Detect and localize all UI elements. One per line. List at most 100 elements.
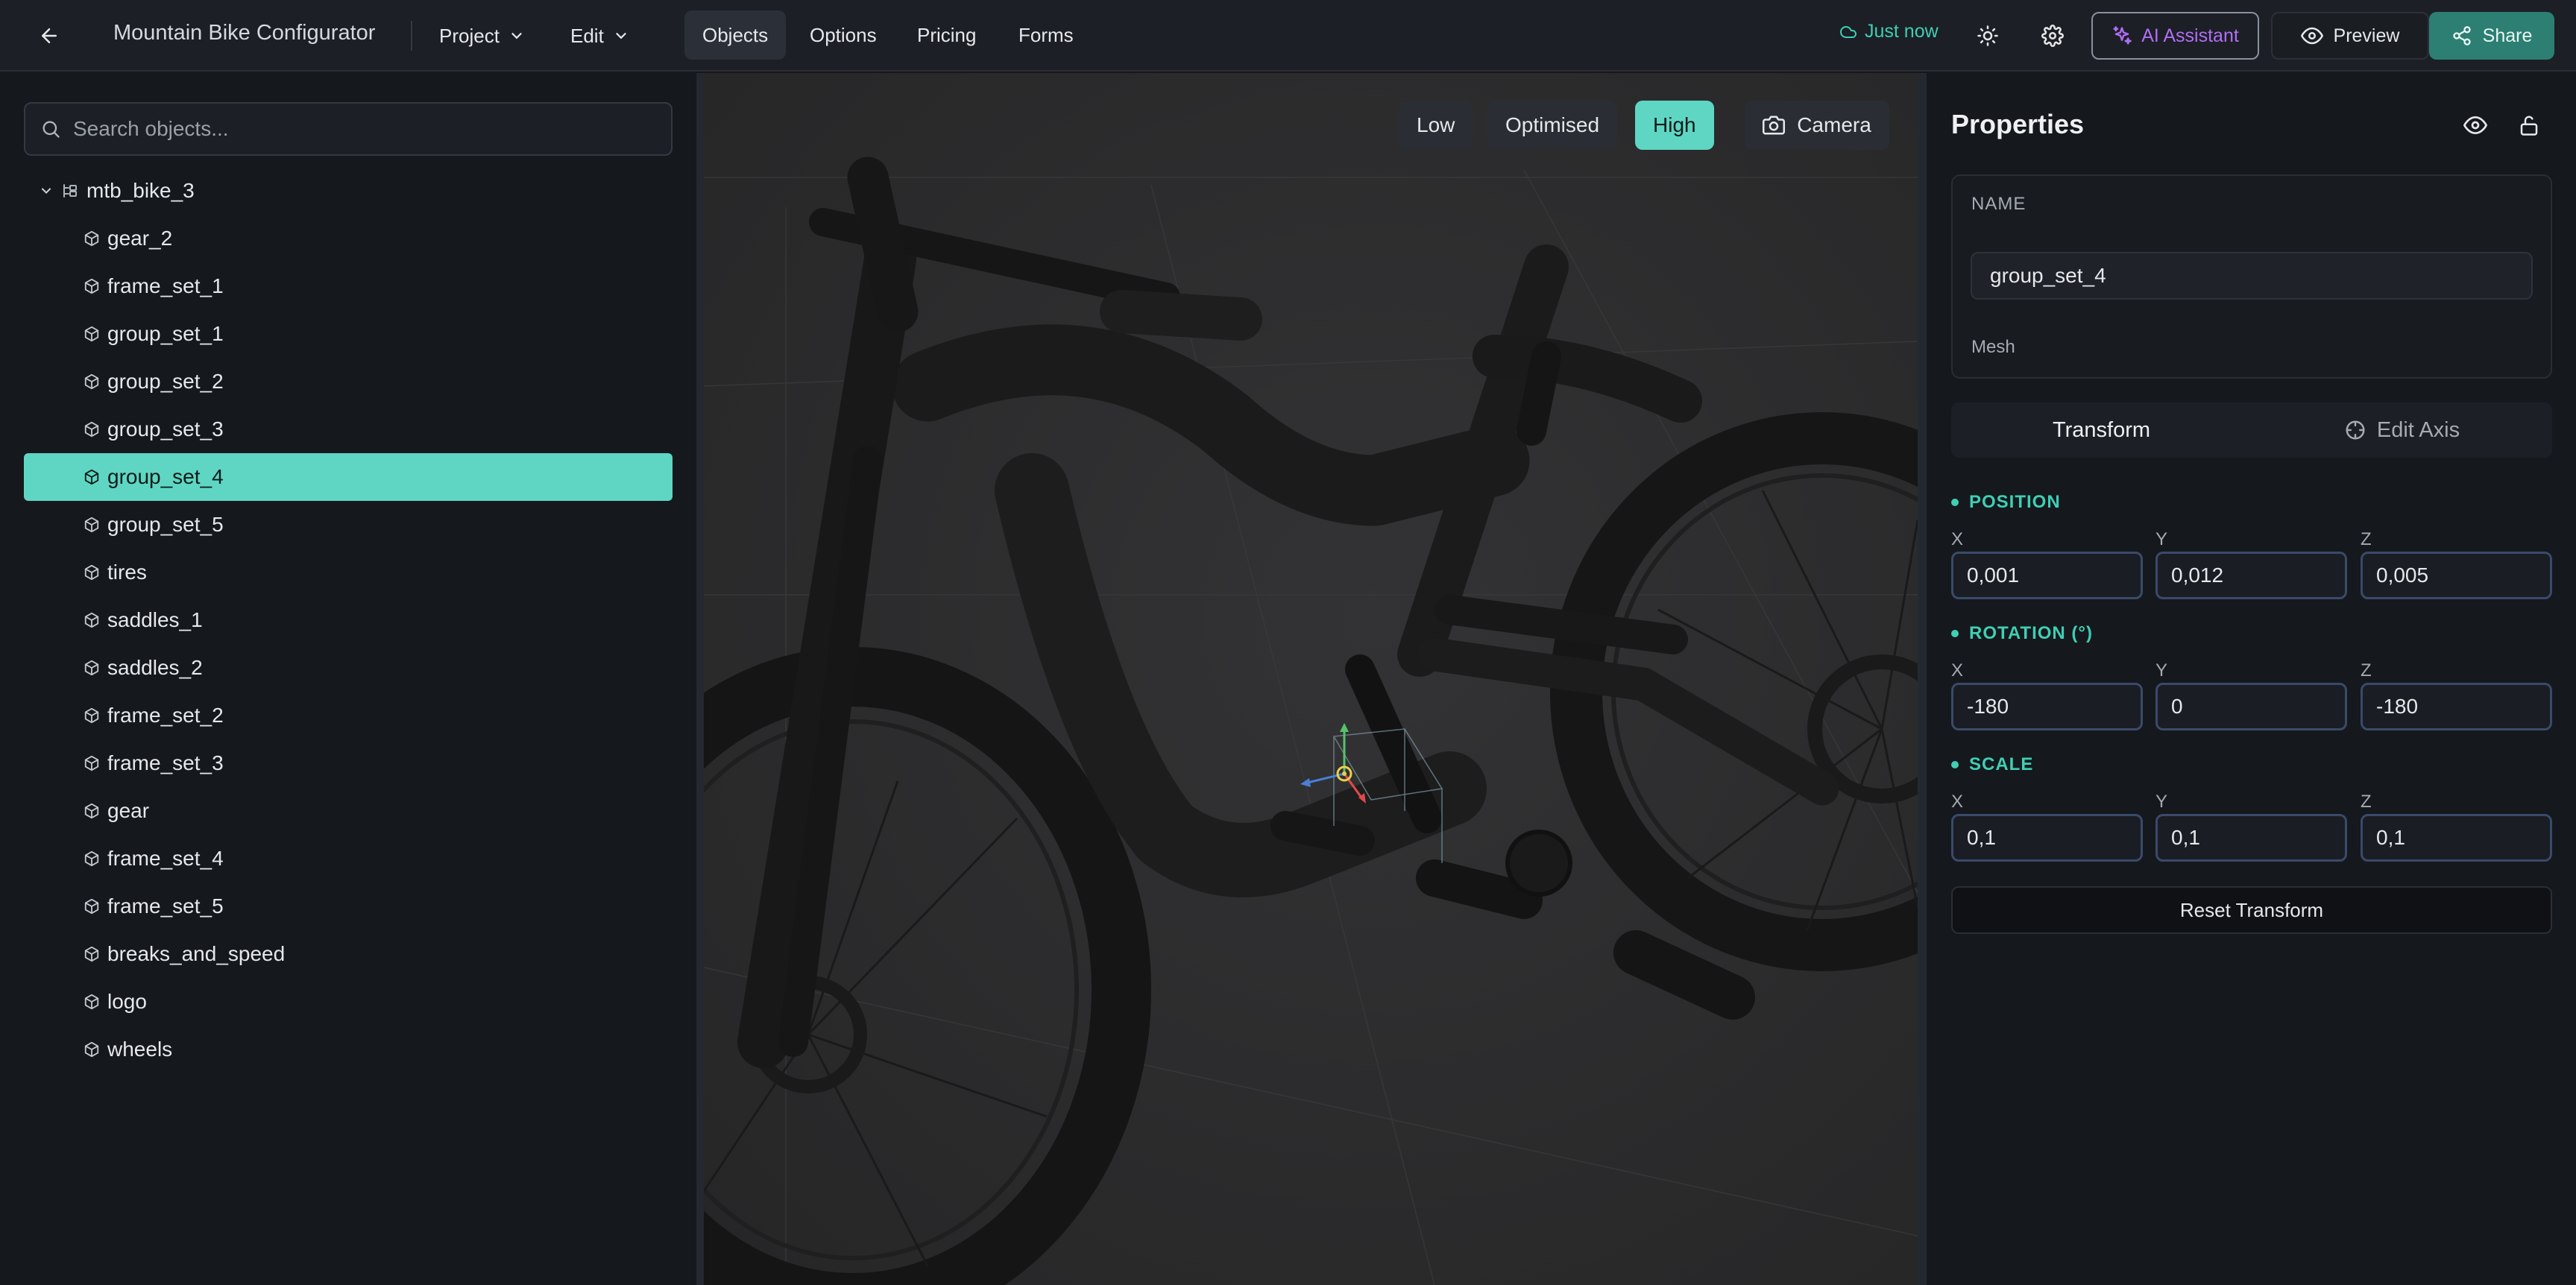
eye-icon bbox=[2300, 27, 2323, 45]
axis-x-label: X bbox=[1951, 529, 1964, 549]
tree-root-item[interactable]: mtb_bike_3 bbox=[39, 176, 195, 206]
tree-item[interactable]: saddles_1 bbox=[24, 596, 673, 644]
tree-item[interactable]: frame_set_5 bbox=[24, 883, 673, 930]
cube-icon bbox=[84, 278, 100, 294]
tree-item[interactable]: saddles_2 bbox=[24, 644, 673, 692]
rotation-label: ROTATION (°) bbox=[1969, 623, 2094, 643]
tab-forms[interactable]: Forms bbox=[1001, 10, 1092, 60]
rotation-y-input[interactable] bbox=[2155, 683, 2347, 730]
tab-pricing[interactable]: Pricing bbox=[899, 10, 994, 60]
lock-toggle-button[interactable] bbox=[2510, 106, 2548, 145]
quality-low-button[interactable]: Low bbox=[1399, 101, 1473, 150]
cube-icon bbox=[84, 612, 100, 628]
tree-item[interactable]: wheels bbox=[24, 1026, 673, 1073]
preview-button[interactable]: Preview bbox=[2271, 12, 2429, 60]
crosshair-icon bbox=[2346, 420, 2365, 440]
eye-icon bbox=[2463, 116, 2487, 134]
tab-edit-axis[interactable]: Edit Axis bbox=[2252, 402, 2552, 458]
arrow-left-icon bbox=[42, 28, 57, 43]
tree-item[interactable]: tires bbox=[24, 549, 673, 596]
tree-item-label: group_set_3 bbox=[107, 417, 224, 441]
tab-objects[interactable]: Objects bbox=[684, 10, 787, 60]
tab-transform[interactable]: Transform bbox=[1951, 402, 2252, 458]
visibility-toggle-button[interactable] bbox=[2456, 106, 2495, 145]
theme-toggle-button[interactable] bbox=[1968, 16, 2007, 55]
project-menu-label: Project bbox=[439, 24, 500, 47]
scale-y-input[interactable] bbox=[2155, 814, 2347, 862]
ai-assistant-label: AI Assistant bbox=[2141, 25, 2239, 46]
axis-z-label: Z bbox=[2361, 529, 2372, 549]
cube-icon bbox=[84, 564, 100, 581]
tree-item[interactable]: breaks_and_speed bbox=[24, 930, 673, 978]
properties-title: Properties bbox=[1951, 109, 2085, 139]
tree-item[interactable]: group_set_4 bbox=[24, 453, 673, 501]
rotation-x-input[interactable] bbox=[1951, 683, 2143, 730]
object-type-label: Mesh bbox=[1971, 337, 2015, 357]
cube-icon bbox=[84, 946, 100, 962]
tab-options[interactable]: Options bbox=[792, 10, 895, 60]
tree-item[interactable]: logo bbox=[24, 978, 673, 1026]
rotation-z-input[interactable] bbox=[2361, 683, 2552, 730]
ai-assistant-button[interactable]: AI Assistant bbox=[2091, 12, 2259, 60]
tree-item[interactable]: frame_set_4 bbox=[24, 835, 673, 883]
sun-icon bbox=[1977, 25, 1998, 46]
edit-menu[interactable]: Edit bbox=[570, 16, 629, 55]
camera-icon bbox=[1763, 116, 1786, 135]
scale-label: SCALE bbox=[1969, 754, 2034, 774]
cube-icon bbox=[84, 660, 100, 676]
3d-viewport[interactable] bbox=[704, 73, 1918, 1285]
tree-item-label: frame_set_4 bbox=[107, 847, 224, 870]
panel-resize-handle[interactable] bbox=[1918, 73, 1927, 1285]
tree-item[interactable]: frame_set_1 bbox=[24, 262, 673, 310]
tab-transform-label: Transform bbox=[2052, 417, 2151, 442]
search-input[interactable] bbox=[73, 117, 655, 141]
cube-icon bbox=[84, 421, 100, 438]
tree-item[interactable]: gear bbox=[24, 787, 673, 835]
edit-menu-label: Edit bbox=[570, 24, 604, 47]
tree-item-label: group_set_2 bbox=[107, 370, 224, 393]
tree-item[interactable]: frame_set_3 bbox=[24, 739, 673, 787]
tree-item[interactable]: gear_2 bbox=[24, 215, 673, 262]
sidebar-resize-handle[interactable] bbox=[696, 73, 704, 1285]
tree-item[interactable]: frame_set_2 bbox=[24, 692, 673, 739]
reset-transform-button[interactable]: Reset Transform bbox=[1951, 886, 2552, 934]
search-icon bbox=[42, 121, 60, 138]
scale-z-input[interactable] bbox=[2361, 814, 2552, 862]
back-button[interactable] bbox=[33, 19, 66, 52]
position-z-input[interactable] bbox=[2361, 552, 2552, 599]
settings-button[interactable] bbox=[2033, 16, 2072, 55]
axis-y-label: Y bbox=[2155, 792, 2168, 812]
position-y-input[interactable] bbox=[2155, 552, 2347, 599]
rotation-heading: ROTATION (°) bbox=[1951, 623, 2093, 644]
cube-icon bbox=[84, 230, 100, 247]
sparkles-icon bbox=[2113, 26, 2132, 45]
chevron-down-icon bbox=[511, 33, 522, 40]
tree-item[interactable]: group_set_1 bbox=[24, 310, 673, 358]
share-button[interactable]: Share bbox=[2429, 12, 2554, 60]
cube-icon bbox=[84, 707, 100, 724]
axis-y-label: Y bbox=[2155, 529, 2168, 549]
tree-item[interactable]: group_set_3 bbox=[24, 405, 673, 453]
position-x-input[interactable] bbox=[1951, 552, 2143, 599]
cloud-icon bbox=[1840, 25, 1857, 38]
scale-x-input[interactable] bbox=[1951, 814, 2143, 862]
quality-high-button[interactable]: High bbox=[1635, 101, 1714, 150]
quality-optimised-button[interactable]: Optimised bbox=[1487, 101, 1618, 150]
project-menu[interactable]: Project bbox=[439, 16, 525, 55]
camera-button[interactable]: Camera bbox=[1745, 101, 1889, 150]
share-label: Share bbox=[2482, 25, 2533, 46]
object-name-input[interactable] bbox=[1971, 252, 2533, 300]
tree-item-label: group_set_1 bbox=[107, 322, 224, 345]
tree-item-label: gear_2 bbox=[107, 227, 173, 250]
cube-icon bbox=[84, 755, 100, 771]
cube-icon bbox=[84, 898, 100, 915]
tree-item-label: gear bbox=[107, 799, 150, 822]
tree-item[interactable]: group_set_2 bbox=[24, 358, 673, 405]
tree-item[interactable]: group_set_5 bbox=[24, 501, 673, 549]
hierarchy-icon bbox=[63, 184, 77, 198]
tab-edit-axis-label: Edit Axis bbox=[2376, 417, 2460, 442]
section-dot bbox=[1951, 761, 1959, 768]
preview-label: Preview bbox=[2333, 25, 2400, 46]
chevron-down-icon bbox=[41, 188, 51, 194]
section-dot bbox=[1951, 499, 1959, 506]
